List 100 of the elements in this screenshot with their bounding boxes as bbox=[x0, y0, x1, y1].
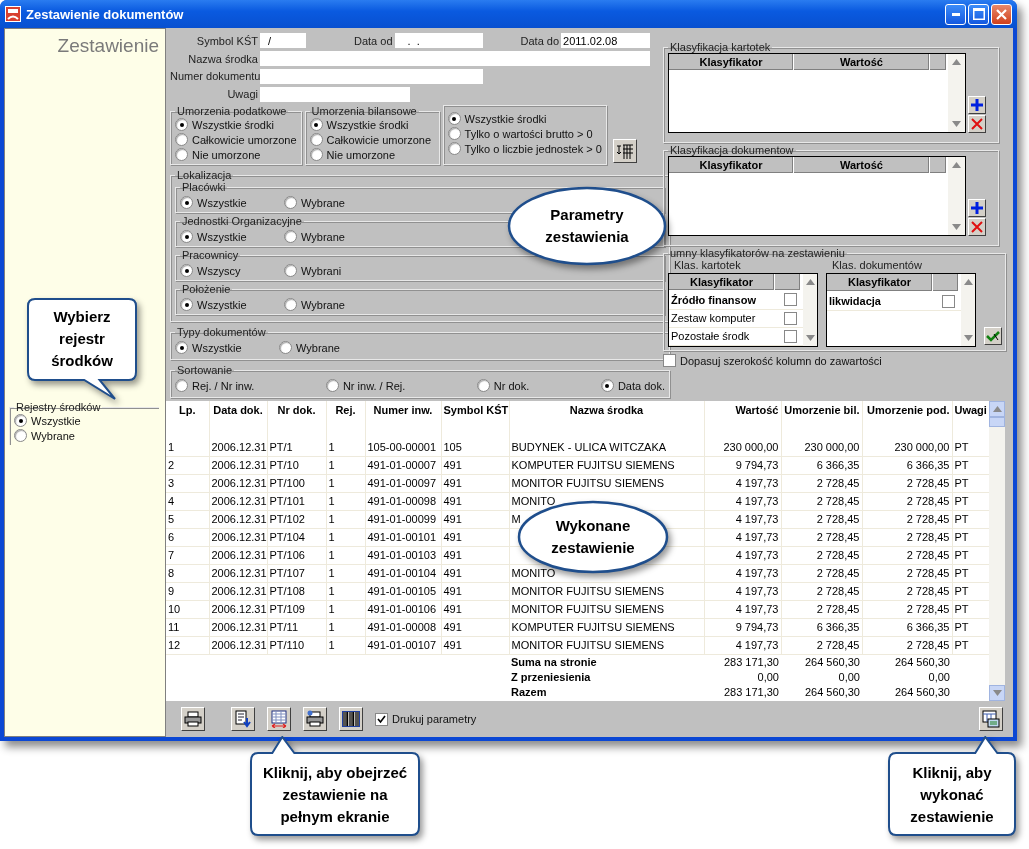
radio-button[interactable] bbox=[175, 118, 188, 131]
radio-button[interactable] bbox=[175, 341, 188, 354]
radio-button[interactable] bbox=[279, 341, 292, 354]
radio-button[interactable] bbox=[175, 379, 188, 392]
down-arrow-icon[interactable] bbox=[952, 224, 961, 230]
table-cell: 2 728,45 bbox=[816, 549, 860, 561]
radio-button[interactable] bbox=[447, 142, 461, 155]
export-button[interactable] bbox=[231, 707, 255, 731]
down-arrow-icon[interactable] bbox=[952, 121, 961, 127]
add-button[interactable] bbox=[968, 96, 986, 114]
radio-label: Całkowicie umorzone bbox=[192, 133, 297, 146]
radio-button[interactable] bbox=[325, 379, 339, 392]
table-cell: 2006.12.31 bbox=[211, 621, 266, 633]
list-item[interactable]: Źródło finansow bbox=[669, 293, 777, 306]
fullscreen-button[interactable] bbox=[267, 707, 291, 731]
column-header: Wartość bbox=[794, 157, 930, 174]
radio-button[interactable] bbox=[284, 298, 297, 311]
barcode-button[interactable] bbox=[339, 707, 363, 731]
table-cell: 9 bbox=[168, 585, 175, 597]
input-field[interactable]: / bbox=[260, 33, 306, 49]
table-cell: PT/11 bbox=[269, 621, 299, 633]
close-button[interactable] bbox=[991, 3, 1012, 25]
checkbox[interactable] bbox=[783, 311, 797, 325]
delete-button[interactable] bbox=[968, 115, 986, 133]
down-arrow-icon[interactable] bbox=[992, 690, 1002, 696]
scrollbar[interactable] bbox=[961, 274, 975, 346]
list-item[interactable]: Zestaw komputer bbox=[669, 312, 777, 325]
print-button[interactable] bbox=[181, 707, 205, 731]
radio-button[interactable] bbox=[180, 230, 193, 243]
input-field[interactable] bbox=[260, 86, 410, 102]
table-cell: 2 728,45 bbox=[816, 639, 860, 651]
radio-label: Całkowicie umorzone bbox=[326, 133, 432, 146]
radio-button[interactable] bbox=[309, 118, 323, 131]
checkbox[interactable] bbox=[783, 329, 797, 343]
print-setup-button[interactable] bbox=[303, 707, 327, 731]
up-arrow-icon[interactable] bbox=[992, 406, 1002, 412]
table-cell: 491-01-00098 bbox=[367, 495, 436, 507]
radio-label: Wszystkie bbox=[197, 298, 247, 311]
date-field[interactable]: . . bbox=[394, 33, 483, 49]
checkbox[interactable] bbox=[783, 293, 797, 307]
table-cell: PT/102 bbox=[269, 513, 305, 525]
scroll-thumb[interactable] bbox=[989, 417, 1005, 427]
table-icon bbox=[270, 710, 288, 728]
radio-label: Data dok. bbox=[617, 379, 665, 392]
input-field[interactable] bbox=[260, 68, 483, 84]
table-cell: 2 728,45 bbox=[906, 513, 950, 525]
down-arrow-icon[interactable] bbox=[963, 335, 973, 341]
table-cell: 11 bbox=[168, 621, 180, 633]
list-item[interactable]: Pozostałe środk bbox=[669, 330, 777, 343]
input-field[interactable] bbox=[260, 51, 650, 67]
radio-label: Wybrane bbox=[301, 196, 345, 209]
radio-button[interactable] bbox=[175, 133, 188, 146]
radio-button[interactable] bbox=[309, 133, 323, 146]
radio-button[interactable] bbox=[309, 148, 323, 161]
column-header: Nr dok. bbox=[267, 401, 326, 438]
table-cell: 105 bbox=[443, 440, 462, 453]
radio-button[interactable] bbox=[284, 264, 297, 277]
group-label: Umorzenia podatkowe bbox=[176, 105, 288, 117]
checkbox[interactable] bbox=[375, 712, 388, 726]
scrollbar[interactable] bbox=[803, 274, 817, 346]
up-arrow-icon[interactable] bbox=[952, 59, 961, 65]
radio-button[interactable] bbox=[447, 127, 461, 140]
run-report-button[interactable] bbox=[979, 707, 1003, 731]
scrollbar[interactable] bbox=[948, 54, 965, 132]
radio-button[interactable] bbox=[600, 379, 614, 392]
date-field[interactable]: 2011.02.08 bbox=[561, 33, 651, 49]
table-cell: 1 bbox=[328, 567, 335, 579]
radio-button[interactable] bbox=[447, 112, 461, 125]
up-arrow-icon[interactable] bbox=[805, 279, 815, 285]
up-arrow-icon[interactable] bbox=[963, 279, 973, 285]
radio-button[interactable] bbox=[476, 379, 490, 392]
add-button[interactable] bbox=[968, 199, 986, 217]
table-cell: 2 728,45 bbox=[906, 603, 950, 615]
delete-button[interactable] bbox=[968, 218, 986, 236]
maximize-button[interactable] bbox=[968, 3, 989, 25]
checkbox[interactable] bbox=[663, 354, 676, 367]
radio-label: Wybrane bbox=[296, 341, 340, 354]
up-arrow-icon[interactable] bbox=[952, 162, 961, 168]
down-arrow-icon[interactable] bbox=[805, 335, 815, 341]
checkbox[interactable] bbox=[941, 294, 955, 308]
radio-button[interactable] bbox=[284, 230, 297, 243]
columns-button[interactable] bbox=[612, 139, 637, 163]
scrollbar[interactable] bbox=[989, 401, 1005, 701]
apply-button[interactable] bbox=[984, 327, 1002, 345]
radio-button[interactable] bbox=[180, 264, 193, 277]
radio-button[interactable] bbox=[14, 429, 27, 442]
table-cell: 10 bbox=[168, 603, 181, 615]
list-item[interactable]: likwidacja bbox=[827, 295, 935, 307]
radio-button[interactable] bbox=[180, 196, 193, 209]
table-cell: 6 bbox=[168, 531, 175, 543]
group-label: Klasyfikacja kartotek bbox=[669, 41, 772, 53]
minimize-button[interactable] bbox=[945, 3, 966, 25]
table-cell: 2 728,45 bbox=[906, 495, 950, 507]
radio-button[interactable] bbox=[180, 298, 193, 311]
radio-button[interactable] bbox=[14, 414, 27, 427]
radio-button[interactable] bbox=[284, 196, 297, 209]
radio-button[interactable] bbox=[175, 148, 188, 161]
table-cell: 4 197,73 bbox=[735, 603, 779, 615]
radio-label: Wszystkie bbox=[31, 414, 81, 427]
scrollbar[interactable] bbox=[948, 157, 965, 235]
